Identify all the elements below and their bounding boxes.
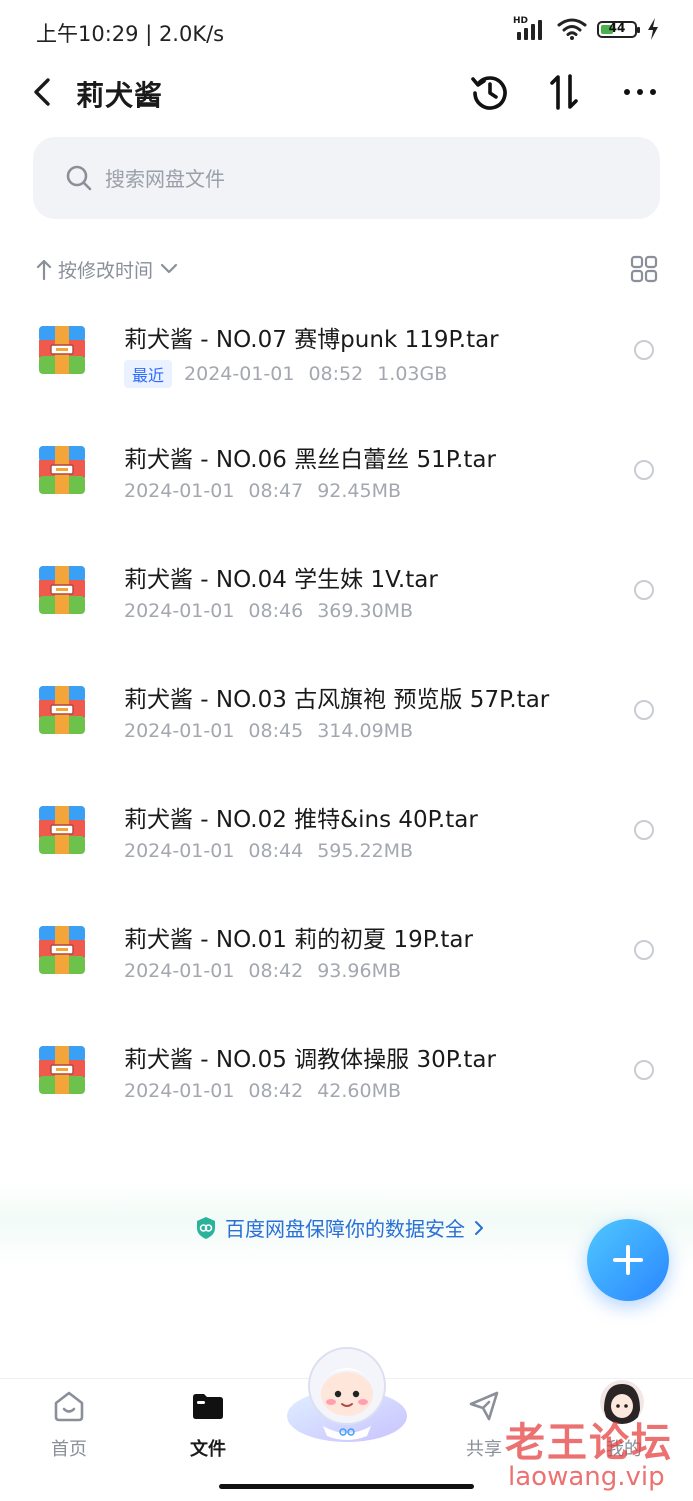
- archive-file-icon: [39, 806, 85, 854]
- archive-file-icon: [39, 686, 85, 734]
- folder-icon: [193, 1394, 223, 1419]
- security-text: 百度网盘保障你的数据安全: [225, 1217, 465, 1241]
- select-radio[interactable]: [634, 340, 654, 360]
- sort-label: 按修改时间: [58, 259, 154, 282]
- file-name: 莉犬酱 - NO.03 古风旗袍 预览版 57P.tar: [124, 687, 550, 713]
- file-meta: 2024-01-01 08:44 595.22MB: [124, 840, 413, 862]
- file-name: 莉犬酱 - NO.01 莉的初夏 19P.tar: [124, 927, 473, 953]
- select-radio[interactable]: [634, 460, 654, 480]
- file-meta: 2024-01-01 08:47 92.45MB: [124, 480, 401, 502]
- search-input[interactable]: [103, 159, 627, 199]
- select-radio[interactable]: [634, 700, 654, 720]
- sort-selector[interactable]: 按修改时间: [36, 254, 179, 284]
- search-bar[interactable]: [33, 137, 660, 219]
- file-row[interactable]: 莉犬酱 - NO.02 推特&ins 40P.tar 2024-01-01 08…: [0, 770, 693, 890]
- file-date: 2024-01-01: [124, 720, 235, 742]
- sort-icon[interactable]: [543, 70, 587, 114]
- security-link[interactable]: 百度网盘保障你的数据安全: [195, 1213, 485, 1242]
- watermark-title: 老王论坛: [505, 1420, 673, 1466]
- battery-icon: 44: [597, 20, 640, 38]
- archive-file-icon: [39, 326, 85, 374]
- recent-badge: 最近: [124, 360, 173, 388]
- archive-file-icon: [39, 566, 85, 614]
- file-meta: 2024-01-01 08:42 42.60MB: [124, 1080, 401, 1102]
- search-icon: [66, 165, 92, 191]
- signal-icon: HD: [513, 16, 547, 42]
- tab-label: 首页: [51, 1439, 87, 1460]
- file-row[interactable]: 莉犬酱 - NO.07 赛博punk 119P.tar 最近 2024-01-0…: [0, 290, 693, 410]
- file-date: 2024-01-01: [124, 960, 235, 982]
- select-radio[interactable]: [634, 820, 654, 840]
- file-row[interactable]: 莉犬酱 - NO.03 古风旗袍 预览版 57P.tar 2024-01-01 …: [0, 650, 693, 770]
- arrow-up-icon: [36, 259, 52, 280]
- file-name: 莉犬酱 - NO.04 学生妹 1V.tar: [124, 567, 438, 593]
- file-time: 08:46: [248, 600, 304, 622]
- file-date: 2024-01-01: [124, 480, 235, 502]
- tab-home[interactable]: 首页: [19, 1379, 119, 1469]
- file-list: 莉犬酱 - NO.07 赛博punk 119P.tar 最近 2024-01-0…: [0, 290, 693, 1130]
- file-date: 2024-01-01: [124, 840, 235, 862]
- file-meta: 最近 2024-01-01 08:52 1.03GB: [124, 360, 447, 388]
- file-name: 莉犬酱 - NO.05 调教体操服 30P.tar: [124, 1047, 496, 1073]
- file-meta: 2024-01-01 08:42 93.96MB: [124, 960, 401, 982]
- file-time: 08:45: [248, 720, 304, 742]
- header: 莉犬酱: [0, 62, 693, 124]
- signal-hd-label: HD: [513, 16, 529, 26]
- file-date: 2024-01-01: [124, 1080, 235, 1102]
- file-date: 2024-01-01: [184, 363, 295, 385]
- battery-level: 44: [608, 20, 626, 35]
- watermark-url: laowang.vip: [508, 1462, 665, 1492]
- history-icon[interactable]: [468, 70, 512, 114]
- file-size: 1.03GB: [377, 363, 448, 385]
- file-meta: 2024-01-01 08:46 369.30MB: [124, 600, 413, 622]
- chevron-down-icon: [160, 263, 178, 274]
- status-icons: HD 44: [513, 16, 659, 42]
- file-size: 314.09MB: [317, 720, 414, 742]
- file-size: 595.22MB: [317, 840, 414, 862]
- file-meta: 2024-01-01 08:45 314.09MB: [124, 720, 413, 742]
- ai-assistant-mascot[interactable]: [283, 1340, 411, 1444]
- file-time: 08:42: [248, 1080, 304, 1102]
- more-icon[interactable]: [618, 70, 662, 114]
- status-time: 上午10:29 | 2.0K/s: [36, 22, 225, 46]
- file-size: 92.45MB: [317, 480, 402, 502]
- file-row[interactable]: 莉犬酱 - NO.04 学生妹 1V.tar 2024-01-01 08:46 …: [0, 530, 693, 650]
- file-time: 08:42: [248, 960, 304, 982]
- file-time: 08:44: [248, 840, 304, 862]
- file-time: 08:52: [308, 363, 364, 385]
- home-indicator: [219, 1484, 474, 1489]
- tab-files[interactable]: 文件: [158, 1379, 258, 1469]
- file-row[interactable]: 莉犬酱 - NO.01 莉的初夏 19P.tar 2024-01-01 08:4…: [0, 890, 693, 1010]
- wifi-icon: [557, 18, 587, 40]
- file-name: 莉犬酱 - NO.07 赛博punk 119P.tar: [124, 327, 499, 353]
- file-time: 08:47: [248, 480, 304, 502]
- back-icon[interactable]: [28, 74, 58, 110]
- archive-file-icon: [39, 446, 85, 494]
- file-row[interactable]: 莉犬酱 - NO.05 调教体操服 30P.tar 2024-01-01 08:…: [0, 1010, 693, 1130]
- grid-view-icon[interactable]: [630, 255, 658, 283]
- shield-icon: [197, 1216, 215, 1239]
- file-name: 莉犬酱 - NO.02 推特&ins 40P.tar: [124, 807, 478, 833]
- status-bar: 上午10:29 | 2.0K/s HD 44: [0, 0, 693, 62]
- select-radio[interactable]: [634, 580, 654, 600]
- chevron-right-icon: [475, 1220, 483, 1235]
- file-row[interactable]: 莉犬酱 - NO.06 黑丝白蕾丝 51P.tar 2024-01-01 08:…: [0, 410, 693, 530]
- home-icon: [54, 1391, 84, 1422]
- archive-file-icon: [39, 926, 85, 974]
- file-date: 2024-01-01: [124, 600, 235, 622]
- file-size: 42.60MB: [317, 1080, 402, 1102]
- tab-label: 文件: [190, 1439, 226, 1460]
- file-size: 369.30MB: [317, 600, 414, 622]
- share-icon: [469, 1391, 499, 1421]
- charging-icon: [648, 18, 658, 40]
- page-title: 莉犬酱: [76, 79, 164, 112]
- file-name: 莉犬酱 - NO.06 黑丝白蕾丝 51P.tar: [124, 447, 496, 473]
- archive-file-icon: [39, 1046, 85, 1094]
- select-radio[interactable]: [634, 1060, 654, 1080]
- add-button[interactable]: [587, 1219, 669, 1301]
- watermark: 老王论坛 laowang.vip: [505, 1410, 673, 1492]
- select-radio[interactable]: [634, 940, 654, 960]
- file-size: 93.96MB: [317, 960, 402, 982]
